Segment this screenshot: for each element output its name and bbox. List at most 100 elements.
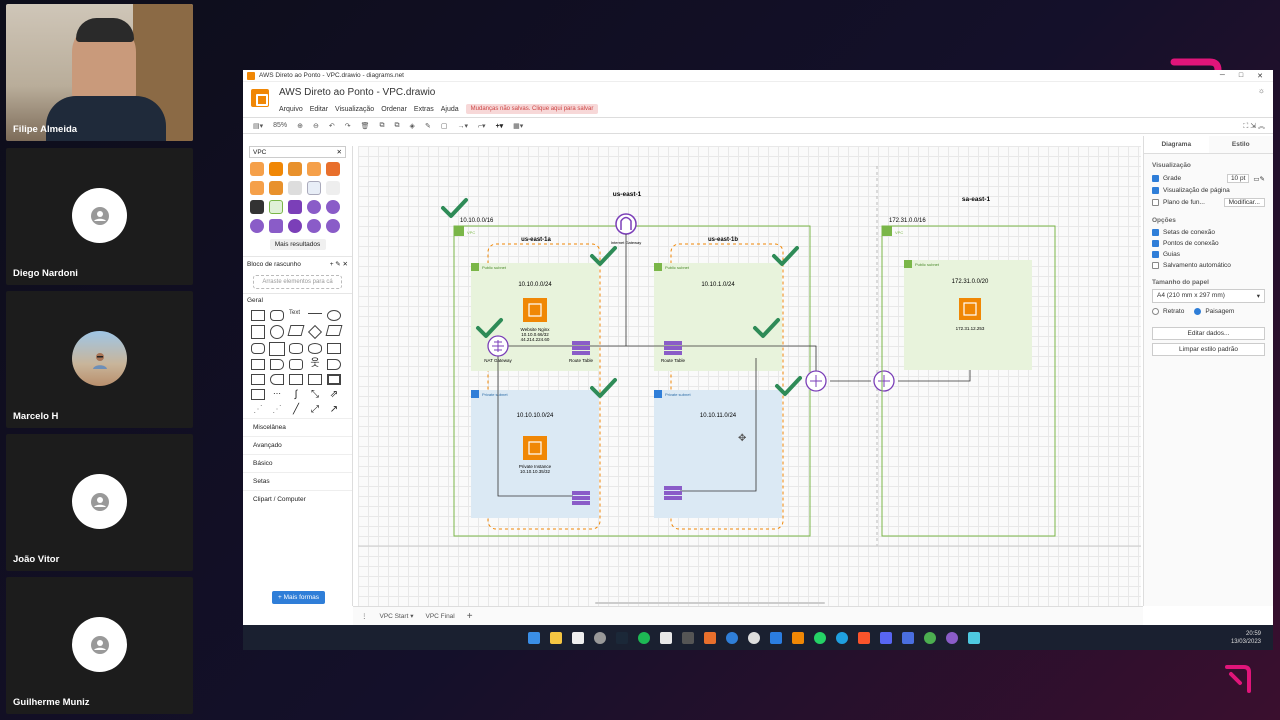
bidirectional-connector-shape[interactable]: ⤢ <box>308 404 322 415</box>
landscape-radio[interactable] <box>1194 308 1202 315</box>
dashed-line-shape[interactable]: ⋰ <box>251 404 265 415</box>
category-miscelanea[interactable]: Miscelânea <box>243 418 352 436</box>
general-header[interactable]: Geral <box>243 293 352 307</box>
shape-search-input[interactable]: VPC ✕ <box>249 146 346 158</box>
conn-arrows-row[interactable]: Setas de conexão <box>1144 227 1273 238</box>
delete-icon[interactable]: 🗑 <box>361 122 370 130</box>
fullscreen-icon[interactable]: ⛶ ⇲ ︽ <box>1243 121 1273 131</box>
autosave-checkbox[interactable] <box>1152 262 1159 269</box>
unsaved-changes-button[interactable]: Mudanças não salvas. Clique aqui para sa… <box>465 104 599 114</box>
vpc-shape-icon[interactable] <box>250 219 264 233</box>
close-icon[interactable]: ✕ <box>1257 72 1263 80</box>
system-clock[interactable]: 20:59 13/03/2023 <box>1231 630 1261 646</box>
more-results-button[interactable]: Mais resultados <box>269 239 326 250</box>
vpc-shape-icon[interactable] <box>288 219 302 233</box>
clear-search-icon[interactable]: ✕ <box>337 148 342 156</box>
grid-color-icon[interactable]: ▭✎ <box>1253 175 1265 183</box>
vpc-diagram[interactable]: us-east-1 sa-east-1 VPC 10.10.0.0/16 us-… <box>358 146 1141 606</box>
conn-points-checkbox[interactable] <box>1152 240 1159 247</box>
process-shape[interactable] <box>325 325 343 336</box>
vpc-shape-icon[interactable] <box>250 181 264 195</box>
cylinder-shape[interactable] <box>289 343 303 354</box>
whatsapp-icon[interactable] <box>814 631 826 644</box>
line-color-icon[interactable]: ✎ <box>425 122 431 130</box>
category-basico[interactable]: Básico <box>243 454 352 472</box>
edit-data-button[interactable]: Editar dados... <box>1152 327 1265 340</box>
portrait-radio[interactable] <box>1152 308 1159 315</box>
square-shape[interactable] <box>251 325 265 339</box>
card-shape[interactable] <box>270 359 284 370</box>
vscode-icon[interactable] <box>770 631 782 644</box>
vpc-shape-icon[interactable] <box>307 200 321 214</box>
vpc-shape-icon[interactable] <box>326 162 340 176</box>
browser-icon[interactable] <box>946 631 958 644</box>
tape-shape[interactable] <box>270 374 284 385</box>
scratchpad-header[interactable]: Bloco de rascunho + ✎ ✕ <box>243 256 352 271</box>
page-view-row[interactable]: Visualização de página <box>1144 185 1273 196</box>
menu-ordenar[interactable]: Ordenar <box>381 106 407 113</box>
cloud-shape[interactable] <box>308 343 322 354</box>
more-shapes-button[interactable]: + Mais formas <box>272 591 325 604</box>
textbox-shape[interactable] <box>308 313 322 319</box>
category-setas[interactable]: Setas <box>243 472 352 490</box>
tab-estilo[interactable]: Estilo <box>1209 136 1274 153</box>
vpc-shape-icon[interactable] <box>326 181 340 195</box>
app-icon[interactable] <box>704 631 716 644</box>
text-shape[interactable]: Text <box>289 310 303 321</box>
directional-connector-shape[interactable]: ↗ <box>327 404 341 415</box>
zoom-select[interactable]: 85% <box>273 122 287 129</box>
rectangle-shape[interactable] <box>251 310 265 321</box>
list-shape[interactable] <box>251 389 265 400</box>
hexagon-shape[interactable] <box>251 343 265 354</box>
triangle-shape[interactable] <box>269 342 285 356</box>
insert-icon[interactable]: +▾ <box>496 122 504 130</box>
scratchpad-dropzone[interactable]: Arraste elementos para cá <box>253 275 342 289</box>
windows-start-icon[interactable] <box>528 631 540 644</box>
curve-shape[interactable]: ∫ <box>289 389 303 400</box>
notion-icon[interactable] <box>572 631 584 644</box>
document-title[interactable]: AWS Direto ao Ponto - VPC.drawio <box>279 87 598 98</box>
category-clipart[interactable]: Clipart / Computer <box>243 490 352 508</box>
view-toggle-icon[interactable]: ▤▾ <box>253 122 263 130</box>
theme-icon[interactable]: ☼ <box>1258 86 1265 95</box>
vpc-shape-icon[interactable] <box>326 219 340 233</box>
scratchpad-tools-icon[interactable]: + ✎ ✕ <box>330 260 348 268</box>
participant-tile-marcelo[interactable]: Marcelo H <box>6 291 193 428</box>
undo-icon[interactable]: ↶ <box>329 122 335 130</box>
page-tab-vpc-start[interactable]: VPC Start ▾ <box>380 612 414 620</box>
modify-button[interactable]: Modificar... <box>1223 198 1265 207</box>
photos-icon[interactable] <box>660 631 672 644</box>
document-shape[interactable] <box>327 343 341 354</box>
vpc-shape-icon[interactable] <box>307 181 321 195</box>
fill-color-icon[interactable]: ◈ <box>410 122 415 130</box>
to-front-icon[interactable]: ⧉ <box>380 122 385 130</box>
vpc-shape-icon[interactable] <box>269 219 283 233</box>
vpc-shape-icon[interactable] <box>288 162 302 176</box>
redo-icon[interactable]: ↷ <box>345 122 351 130</box>
zoom-in-icon[interactable]: ⊕ <box>297 122 303 130</box>
spotify-icon[interactable] <box>638 631 650 644</box>
tab-diagrama[interactable]: Diagrama <box>1144 136 1209 153</box>
vpc-shape-icon[interactable] <box>269 162 283 176</box>
vpc-shape-icon[interactable] <box>326 200 340 214</box>
participant-tile-joao[interactable]: João Vitor <box>6 434 193 571</box>
background-checkbox[interactable] <box>1152 199 1159 206</box>
minimize-icon[interactable]: ─ <box>1220 72 1225 80</box>
horizontal-scrollbar[interactable] <box>595 602 825 604</box>
drawio-window[interactable]: AWS Direto ao Ponto - VPC.drawio - diagr… <box>243 70 1273 625</box>
vpc-shape-icon[interactable] <box>250 200 264 214</box>
zoom-out-icon[interactable]: ⊖ <box>313 122 319 130</box>
vpc-shape-icon[interactable] <box>288 181 302 195</box>
bracket-shape[interactable]: ⋯ <box>270 389 284 400</box>
diagram-canvas[interactable]: us-east-1 sa-east-1 VPC 10.10.0.0/16 us-… <box>358 146 1141 606</box>
container-shape[interactable] <box>289 374 303 385</box>
table-icon[interactable]: ▦▾ <box>513 122 523 130</box>
autosave-row[interactable]: Salvamento automático <box>1144 260 1273 271</box>
line-shape[interactable]: ╱ <box>289 404 303 415</box>
menu-extras[interactable]: Extras <box>414 106 434 113</box>
trello-icon[interactable] <box>902 631 914 644</box>
vpc-shape-icon[interactable] <box>307 219 321 233</box>
conn-points-row[interactable]: Pontos de conexão <box>1144 238 1273 249</box>
callout-shape[interactable] <box>289 359 303 370</box>
notepad-icon[interactable] <box>968 631 980 644</box>
